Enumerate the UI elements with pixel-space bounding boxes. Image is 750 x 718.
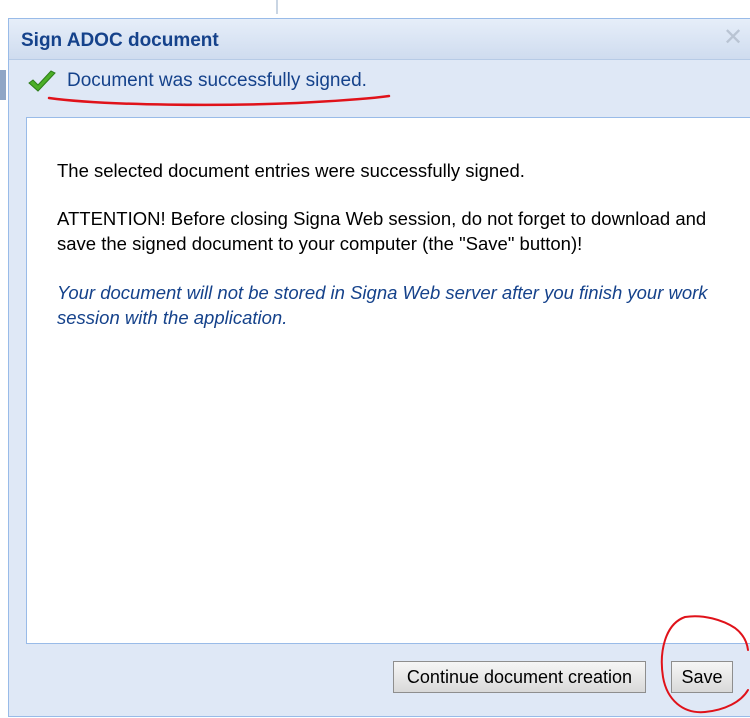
green-check-icon	[28, 70, 56, 92]
status-text: Document was successfully signed.	[67, 70, 367, 91]
dialog-footer: Continue document creation Save	[9, 644, 750, 718]
status-message-row: Document was successfully signed.	[9, 60, 750, 108]
close-icon[interactable]: ✕	[722, 26, 744, 50]
message-panel: The selected document entries were succe…	[26, 117, 750, 644]
save-button[interactable]: Save	[671, 661, 733, 693]
dialog-title: Sign ADOC document	[21, 30, 219, 51]
continue-document-creation-button[interactable]: Continue document creation	[393, 661, 646, 693]
message-attention: ATTENTION! Before closing Signa Web sess…	[57, 208, 707, 254]
backdrop-edge	[0, 70, 6, 100]
red-underline-annotation	[47, 94, 391, 107]
message-success: The selected document entries were succe…	[57, 160, 525, 181]
dialog-titlebar: Sign ADOC document ✕	[9, 19, 750, 60]
message-storage-note: Your document will not be stored in Sign…	[57, 282, 708, 328]
sign-adoc-dialog: Sign ADOC document ✕ Document was succes…	[8, 18, 750, 717]
backdrop-divider	[276, 0, 278, 14]
